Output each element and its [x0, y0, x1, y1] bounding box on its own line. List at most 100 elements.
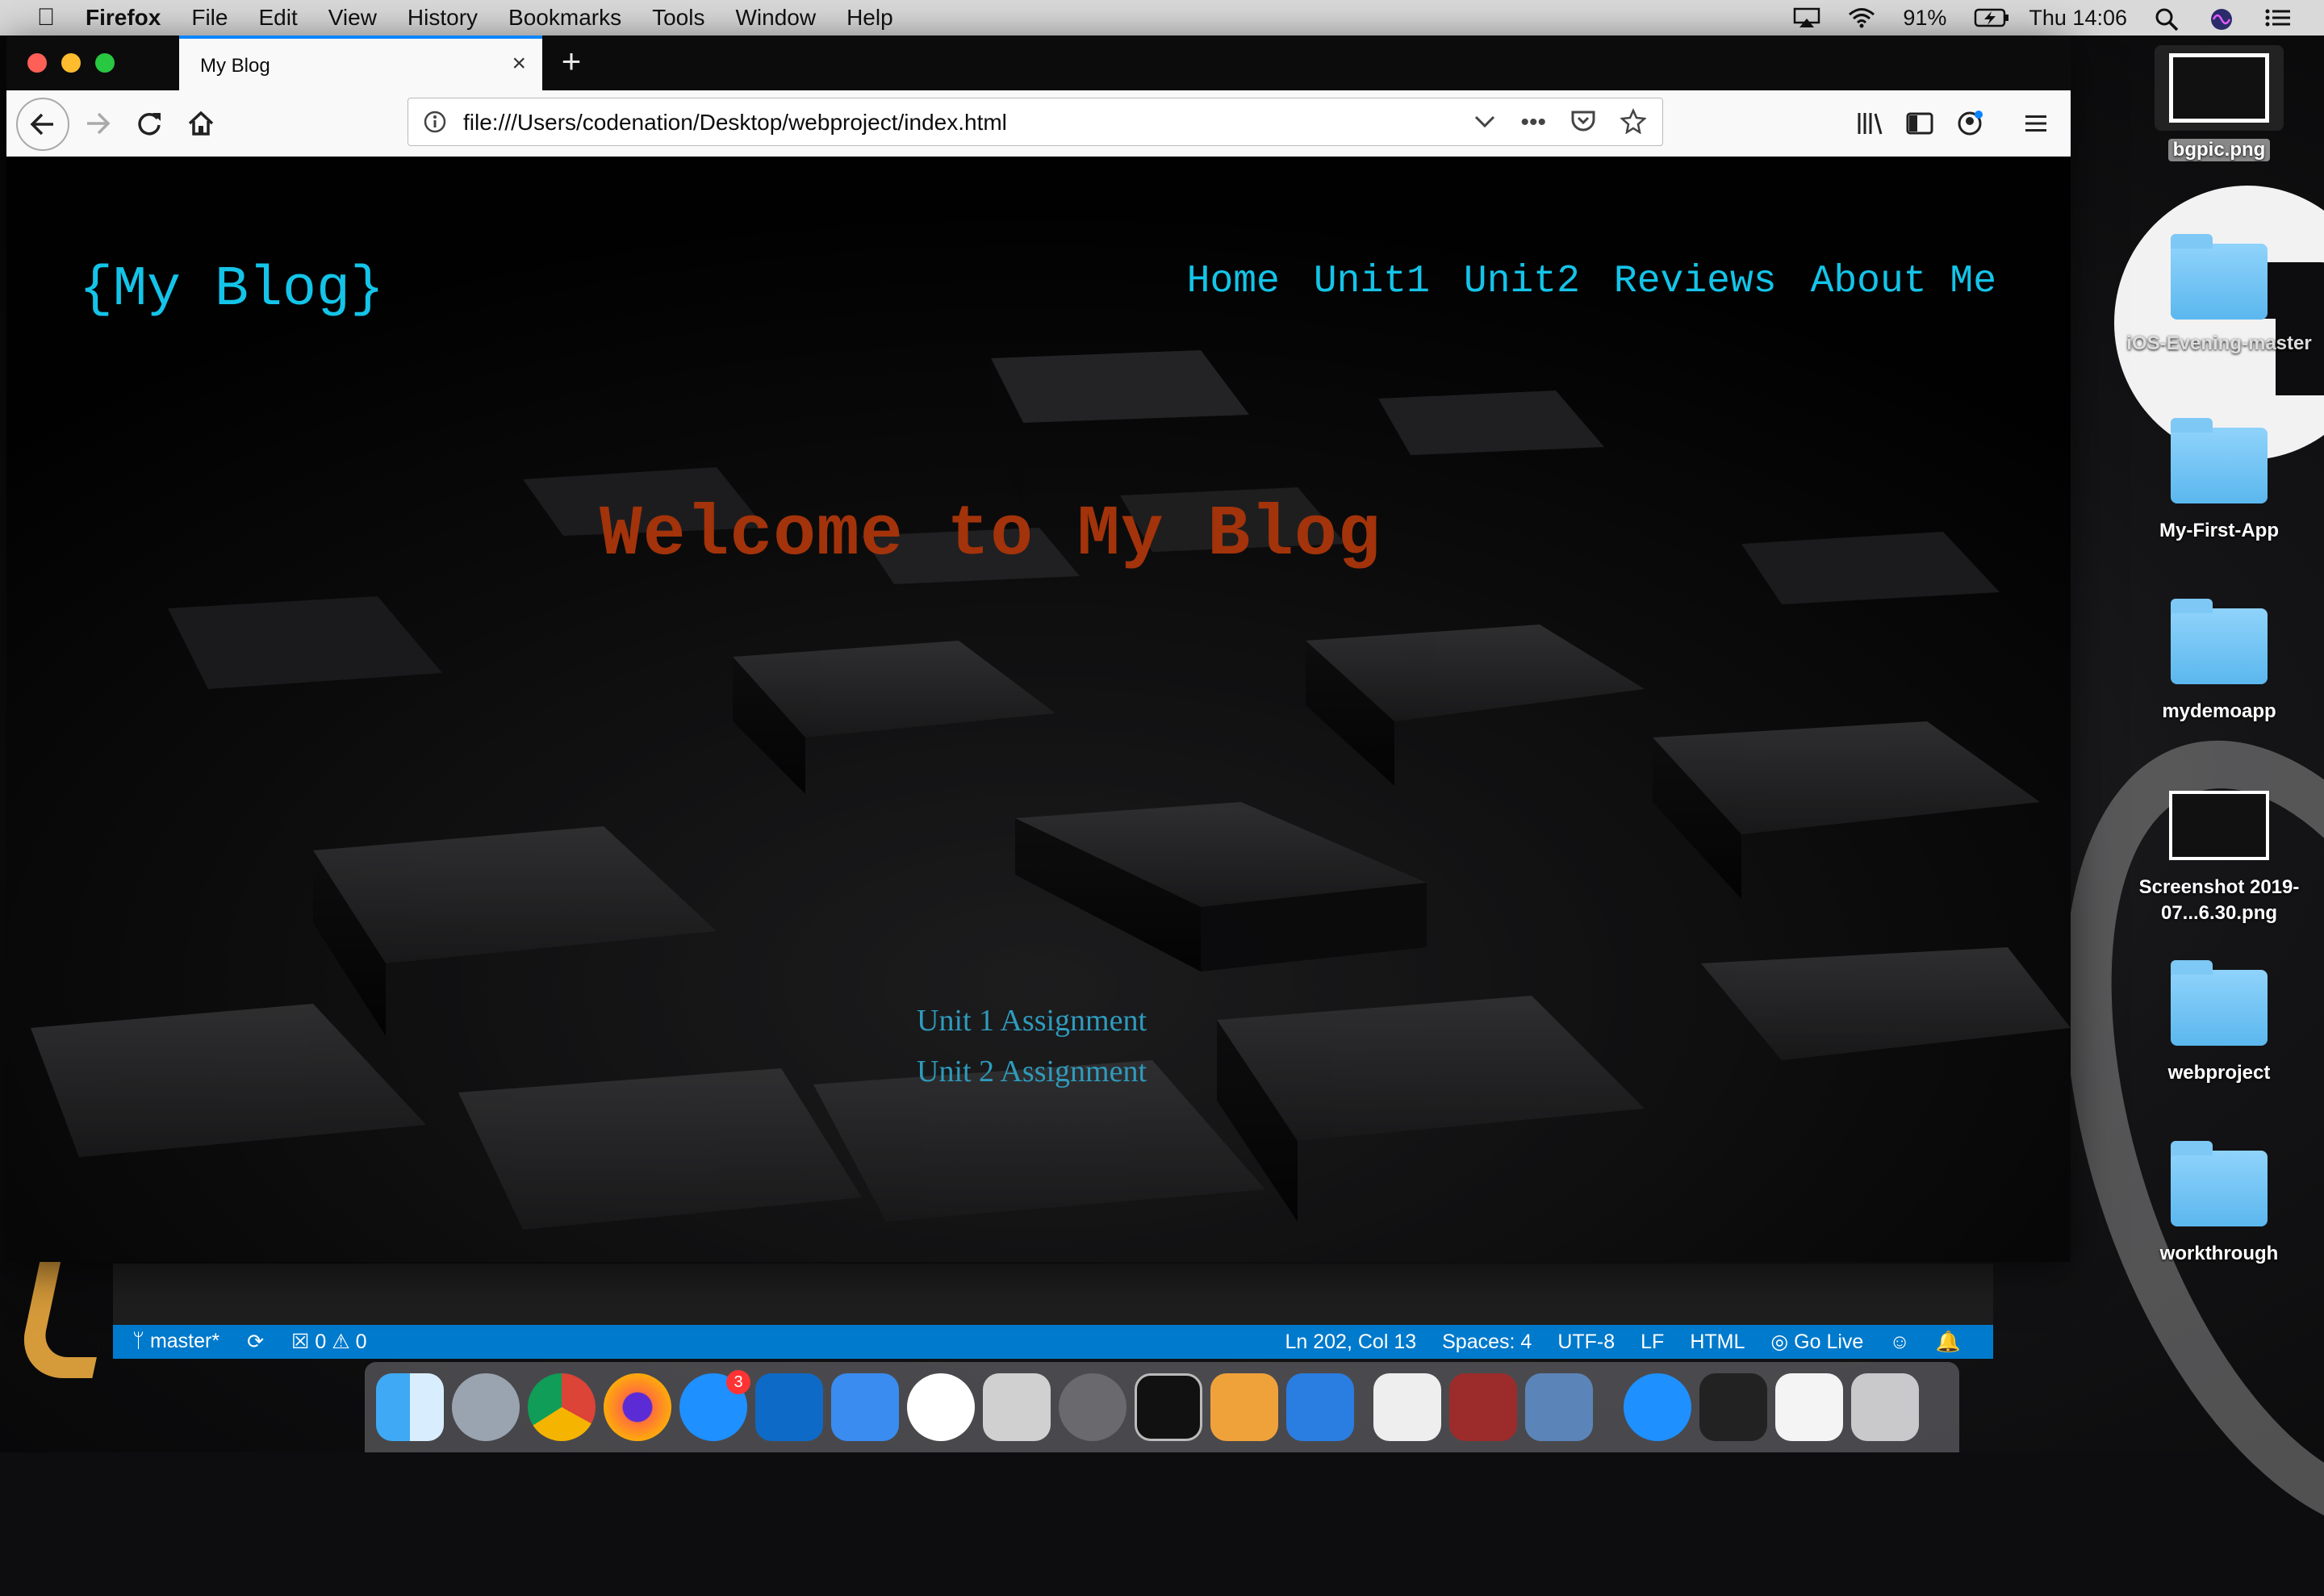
xcode-icon[interactable]: [831, 1373, 899, 1441]
folder-icon: [2171, 960, 2268, 1046]
app-store-folder-icon[interactable]: [1624, 1373, 1691, 1441]
tab-title: My Blog: [200, 55, 270, 77]
status-menus: 91% Thu 14:06: [1793, 0, 2292, 36]
documents-icon[interactable]: [1775, 1373, 1843, 1441]
unit2-assignment-link[interactable]: Unit 2 Assignment: [917, 1047, 1147, 1097]
nav-link-unit2[interactable]: Unit2: [1464, 260, 1580, 303]
feedback-smiley-icon[interactable]: ☺: [1889, 1331, 1910, 1354]
firefox-window: My Blog × + file:///Users/codenation/Des…: [6, 36, 2071, 1262]
bookmark-star-icon[interactable]: [1620, 107, 1647, 138]
wallpaper-mark: [15, 1260, 118, 1378]
go-live-button[interactable]: ◎ Go Live: [1770, 1330, 1863, 1354]
desktop-icon-workthrough[interactable]: workthrough: [2122, 1141, 2316, 1265]
tab-strip: My Blog × +: [6, 36, 2071, 90]
terminal-icon[interactable]: [1135, 1373, 1202, 1441]
preview-icon[interactable]: [1525, 1373, 1593, 1441]
account-icon[interactable]: [1950, 103, 1990, 144]
page-actions-icon[interactable]: •••: [1520, 109, 1546, 136]
menu-view[interactable]: View: [328, 5, 377, 31]
nav-link-reviews[interactable]: Reviews: [1614, 260, 1777, 303]
battery-charging-icon[interactable]: [1974, 7, 2009, 28]
cursor-position[interactable]: Ln 202, Col 13: [1285, 1331, 1417, 1354]
menu-history[interactable]: History: [408, 5, 478, 31]
downloads-icon[interactable]: [1699, 1373, 1767, 1441]
app-store-badge: 3: [726, 1370, 750, 1394]
url-bar[interactable]: file:///Users/codenation/Desktop/webproj…: [408, 98, 1663, 146]
siri-icon[interactable]: [2209, 7, 2237, 30]
desktop-icon-webproject[interactable]: webproject: [2122, 960, 2316, 1084]
textedit-icon[interactable]: [1373, 1373, 1441, 1441]
indentation[interactable]: Spaces: 4: [1442, 1331, 1532, 1354]
close-window-button[interactable]: [27, 53, 47, 73]
finder-icon[interactable]: [376, 1373, 444, 1441]
new-tab-button[interactable]: +: [549, 40, 594, 86]
folder-icon: [2171, 1141, 2268, 1226]
airplay-icon[interactable]: [1793, 7, 1820, 28]
apple-menu-icon[interactable]: : [24, 4, 68, 31]
menu-tools[interactable]: Tools: [652, 5, 704, 31]
nav-link-home[interactable]: Home: [1187, 260, 1280, 303]
reload-button[interactable]: [129, 103, 169, 144]
zoom-window-button[interactable]: [95, 53, 115, 73]
sync-icon[interactable]: ⟳: [247, 1330, 264, 1354]
home-button[interactable]: [181, 103, 221, 144]
app-store-icon[interactable]: 3: [679, 1370, 750, 1441]
menu-file[interactable]: File: [191, 5, 228, 31]
desktop-icon-ios-evening-master[interactable]: iOS-Evening-master: [2122, 234, 2316, 355]
url-dropdown-chevron-icon[interactable]: [1473, 113, 1496, 133]
launchpad-icon[interactable]: [452, 1373, 520, 1441]
menu-clock[interactable]: Thu 14:06: [2029, 6, 2127, 31]
notifications-bell-icon[interactable]: 🔔: [1936, 1331, 1961, 1354]
slack-icon[interactable]: [907, 1373, 975, 1441]
forward-button[interactable]: [77, 103, 118, 144]
vscode-icon[interactable]: [755, 1373, 823, 1441]
menu-window[interactable]: Window: [735, 5, 816, 31]
tab-close-icon[interactable]: ×: [512, 50, 526, 77]
chrome-icon[interactable]: [528, 1373, 596, 1441]
notification-center-icon[interactable]: [2264, 7, 2292, 28]
language-mode[interactable]: HTML: [1690, 1331, 1745, 1354]
desktop-icon-my-first-app[interactable]: My-First-App: [2122, 418, 2316, 542]
menu-help[interactable]: Help: [846, 5, 893, 31]
spotlight-search-icon[interactable]: [2155, 7, 2182, 31]
folder-icon: [2171, 418, 2268, 503]
minimize-window-button[interactable]: [61, 53, 81, 73]
image-thumbnail-icon: [2169, 53, 2269, 123]
encoding[interactable]: UTF-8: [1557, 1331, 1615, 1354]
library-icon[interactable]: [1850, 103, 1890, 144]
site-logo[interactable]: {My Blog}: [79, 258, 384, 322]
nav-link-about-me[interactable]: About Me: [1811, 260, 1996, 303]
folder-icon: [2171, 599, 2268, 684]
pocket-icon[interactable]: [1570, 109, 1596, 137]
menu-app-name[interactable]: Firefox: [86, 5, 161, 31]
menu-bar:  Firefox File Edit View History Bookmar…: [0, 0, 2324, 36]
hamburger-menu-icon[interactable]: [2016, 103, 2056, 144]
menu-bookmarks[interactable]: Bookmarks: [508, 5, 621, 31]
desktop-icon-screenshot[interactable]: Screenshot 2019-07...6.30.png: [2122, 791, 2316, 926]
url-text[interactable]: file:///Users/codenation/Desktop/webproj…: [463, 110, 1007, 136]
dictionary-icon[interactable]: [1449, 1373, 1517, 1441]
pages-icon[interactable]: [1210, 1373, 1278, 1441]
dock: 3: [365, 1362, 1959, 1452]
desktop-icon-bgpic[interactable]: bgpic.png: [2122, 45, 2316, 161]
system-preferences-icon[interactable]: [1059, 1373, 1126, 1441]
trash-icon[interactable]: [1851, 1373, 1919, 1441]
back-button[interactable]: [16, 98, 69, 151]
nav-link-unit1[interactable]: Unit1: [1314, 260, 1430, 303]
site-nav: Home Unit1 Unit2 Reviews About Me: [1187, 260, 1996, 303]
navigation-toolbar: file:///Users/codenation/Desktop/webproj…: [6, 90, 2071, 157]
menu-edit[interactable]: Edit: [258, 5, 297, 31]
line-endings[interactable]: LF: [1641, 1331, 1664, 1354]
desktop-icon-mydemoapp[interactable]: mydemoapp: [2122, 599, 2316, 723]
vscode-status-bar: ᛘ master* ⟳ ☒ 0 ⚠ 0 Ln 202, Col 13 Space…: [113, 1325, 1993, 1359]
site-info-icon[interactable]: [423, 110, 447, 138]
firefox-icon[interactable]: [604, 1373, 671, 1441]
git-branch[interactable]: ᛘ master*: [132, 1330, 219, 1354]
screenshot-icon[interactable]: [983, 1373, 1051, 1441]
tab-my-blog[interactable]: My Blog ×: [179, 36, 542, 90]
keynote-icon[interactable]: [1286, 1373, 1354, 1441]
sidebar-toggle-icon[interactable]: [1900, 103, 1940, 144]
unit1-assignment-link[interactable]: Unit 1 Assignment: [917, 996, 1147, 1047]
wifi-icon[interactable]: [1848, 7, 1875, 28]
problems-indicator[interactable]: ☒ 0 ⚠ 0: [291, 1330, 366, 1354]
